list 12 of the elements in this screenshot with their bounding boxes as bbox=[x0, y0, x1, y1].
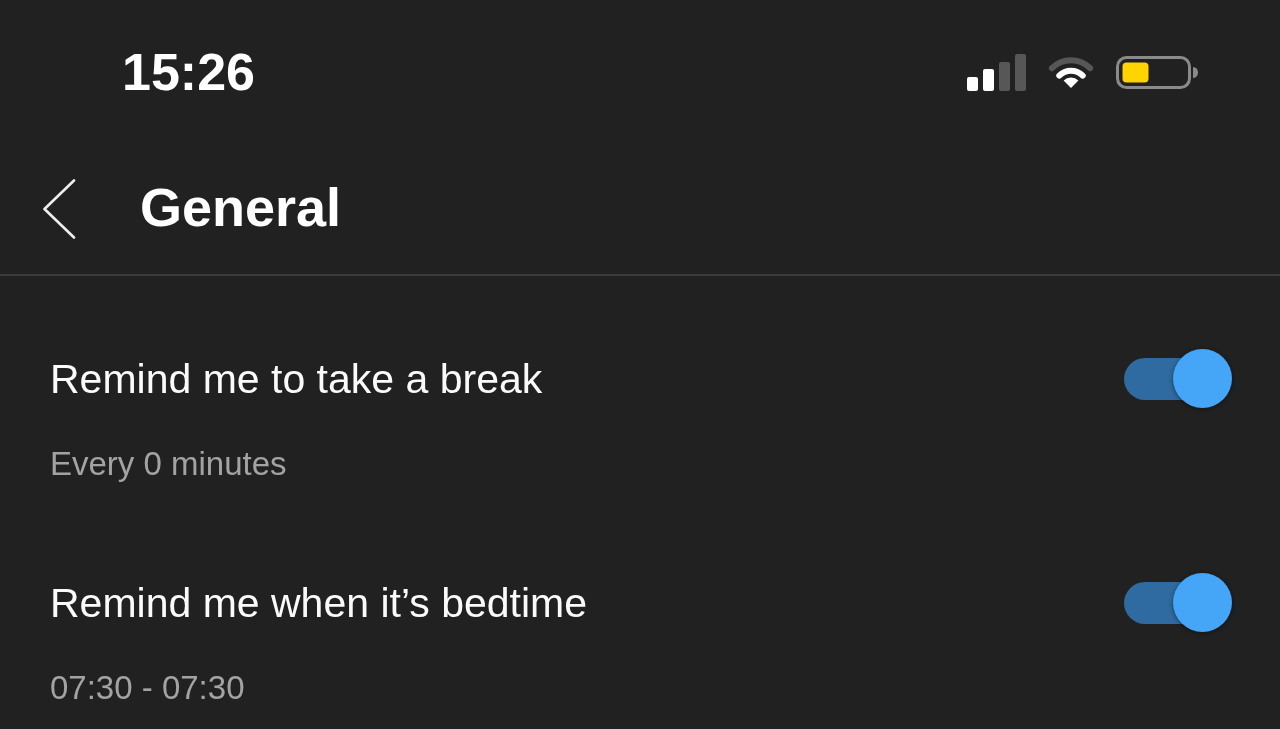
setting-detail: Every 0 minutes bbox=[50, 444, 288, 484]
wifi-icon bbox=[1046, 55, 1096, 89]
battery-icon bbox=[1116, 55, 1198, 89]
setting-label: Remind me to take a break bbox=[50, 355, 544, 404]
toggle-switch[interactable] bbox=[1124, 349, 1232, 409]
setting-detail: 07:30 - 07:30 bbox=[50, 668, 246, 708]
setting-label: Remind me when it’s bedtime bbox=[50, 579, 589, 628]
signal-icon bbox=[967, 53, 1026, 91]
back-icon[interactable] bbox=[42, 179, 76, 239]
header-title: General bbox=[140, 176, 342, 239]
status-time: 15:26 bbox=[122, 42, 255, 102]
toggle-switch[interactable] bbox=[1124, 573, 1232, 633]
